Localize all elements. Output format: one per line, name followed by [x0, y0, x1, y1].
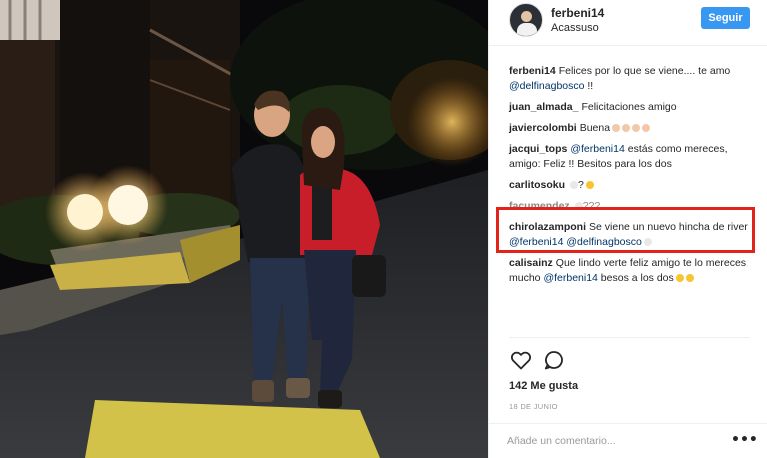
- speech-bubble-icon[interactable]: [542, 348, 566, 372]
- comment-text: Felices por lo que se viene.... te amo: [558, 65, 731, 77]
- likes-count[interactable]: 142 Me gusta: [509, 380, 578, 392]
- comment-username[interactable]: carlitosoku: [509, 179, 565, 191]
- emoji-icon: [642, 124, 651, 133]
- comment-text: ???: [582, 200, 601, 212]
- comment-username[interactable]: chirolazamponi: [509, 221, 586, 233]
- emoji-icon: [585, 181, 594, 190]
- mention-link[interactable]: @ferbeni14: [543, 272, 597, 284]
- emoji-icon: [622, 124, 631, 133]
- comment-username[interactable]: juan_almada_: [509, 101, 578, 113]
- follow-button[interactable]: Seguir: [701, 7, 750, 29]
- comment-bar: •••: [489, 423, 767, 458]
- comment-text: ?: [578, 179, 584, 191]
- emoji-icon: [643, 238, 652, 247]
- comment-item: ferbeni14 Felices por lo que se viene....…: [509, 64, 757, 94]
- comment-item: carlitosoku?: [509, 178, 757, 193]
- comment-item: javiercolombi Buena: [509, 121, 757, 136]
- emoji-icon: [570, 181, 579, 190]
- comment-item: calisainz Que lindo verte feliz amigo te …: [509, 256, 757, 286]
- comment-input[interactable]: [507, 432, 717, 450]
- comment-text: besos a los dos: [597, 272, 674, 284]
- emoji-icon: [612, 124, 621, 133]
- post-photo[interactable]: [0, 0, 488, 458]
- comment-item: chirolazamponi Se viene un nuevo hincha d…: [509, 220, 757, 250]
- avatar[interactable]: [509, 3, 543, 37]
- comment-text: Se viene un nuevo hincha de river: [589, 221, 748, 233]
- comment-username[interactable]: ferbeni14: [509, 65, 556, 77]
- post-author[interactable]: ferbeni14: [551, 6, 604, 20]
- comment-item: juan_almada_ Felicitaciones amigo: [509, 100, 757, 115]
- mention-link[interactable]: @delfinagbosco: [509, 80, 584, 92]
- heart-icon[interactable]: [509, 348, 533, 372]
- mention-link[interactable]: @ferbeni14: [570, 143, 624, 155]
- mention-link[interactable]: @delfinagbosco: [566, 236, 641, 248]
- emoji-icon: [632, 124, 641, 133]
- post-location[interactable]: Acassuso: [551, 22, 599, 34]
- comment-text: Felicitaciones amigo: [581, 101, 677, 113]
- mention-link[interactable]: @ferbeni14: [509, 236, 563, 248]
- comment-item: jacqui_tops @ferbeni14 estás como mereces…: [509, 142, 757, 172]
- comment-item: facumendez???: [509, 199, 757, 214]
- comment-text: Buena: [579, 122, 611, 134]
- emoji-icon: [675, 274, 684, 283]
- comment-text: !!: [584, 80, 594, 92]
- comments-list: ferbeni14 Felices por lo que se viene....…: [509, 64, 757, 292]
- more-options-icon[interactable]: •••: [731, 432, 758, 448]
- comment-username[interactable]: calisainz: [509, 257, 553, 269]
- comment-username[interactable]: javiercolombi: [509, 122, 577, 134]
- comment-username[interactable]: facumendez: [509, 200, 570, 212]
- post-side-panel: ferbeni14 Acassuso Seguir ferbeni14 Felic…: [488, 0, 767, 458]
- emoji-icon: [685, 274, 694, 283]
- post-date: 18 DE JUNIO: [509, 402, 558, 411]
- divider: [509, 337, 750, 338]
- post-header: ferbeni14 Acassuso Seguir: [489, 0, 767, 46]
- couple-night-photo: [0, 0, 488, 458]
- emoji-icon: [574, 202, 583, 211]
- comment-username[interactable]: jacqui_tops: [509, 143, 567, 155]
